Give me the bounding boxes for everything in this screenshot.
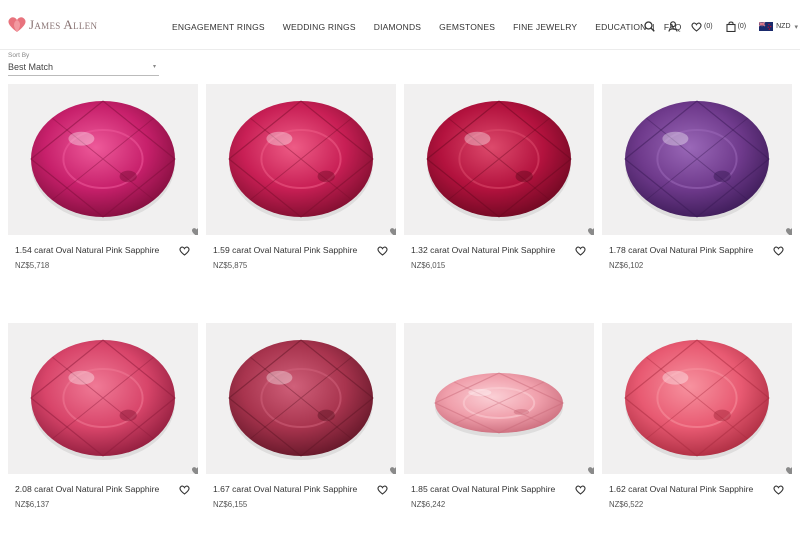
chevron-down-icon: ▾ <box>152 64 156 70</box>
search-icon <box>644 21 655 32</box>
product-title[interactable]: 1.32 carat Oval Natural Pink Sapphire <box>411 245 555 255</box>
product-title[interactable]: 1.85 carat Oval Natural Pink Sapphire <box>411 484 555 494</box>
gemstone-image <box>624 339 770 460</box>
product-image[interactable] <box>404 323 594 474</box>
product-price: NZ$5,718 <box>15 261 50 270</box>
chevron-down-icon: ▾ <box>794 23 799 31</box>
brand-logo[interactable]: James Allen <box>7 16 97 33</box>
wishlist-heart-icon[interactable] <box>377 243 388 261</box>
wishlist-heart-icon[interactable] <box>179 243 190 261</box>
wishlist-count: (0) <box>704 23 713 30</box>
product-image[interactable] <box>404 84 594 235</box>
gemstone-image <box>624 100 770 221</box>
cart-count: (0) <box>737 23 747 30</box>
heart-logo-icon <box>8 17 26 32</box>
bag-icon <box>726 21 736 32</box>
product-price: NZ$5,875 <box>213 261 248 270</box>
search-button[interactable] <box>644 21 655 32</box>
sort-control[interactable]: Sort By Best Match ▾ <box>8 52 159 76</box>
product-image[interactable] <box>8 323 198 474</box>
nav-gemstones[interactable]: GEMSTONES <box>439 22 495 32</box>
product-title[interactable]: 1.62 carat Oval Natural Pink Sapphire <box>609 484 753 494</box>
currency-label: NZD <box>776 23 791 30</box>
nav-wedding-rings[interactable]: WEDDING RINGS <box>283 22 356 32</box>
product-image[interactable] <box>602 84 792 235</box>
product-image[interactable] <box>8 84 198 235</box>
product-price: NZ$6,155 <box>213 500 248 509</box>
product-price: NZ$6,522 <box>609 500 644 509</box>
product-image[interactable] <box>206 323 396 474</box>
product-price: NZ$6,242 <box>411 500 446 509</box>
wishlist-heart-icon[interactable] <box>377 482 388 500</box>
wishlist-heart-icon[interactable] <box>773 243 784 261</box>
wishlist-heart-icon[interactable] <box>179 482 190 500</box>
user-icon <box>668 21 678 32</box>
product-price: NZ$6,137 <box>15 500 50 509</box>
site-header: James Allen ENGAGEMENT RINGS WEDDING RIN… <box>0 0 800 50</box>
product-title[interactable]: 1.54 carat Oval Natural Pink Sapphire <box>15 245 159 255</box>
account-button[interactable] <box>668 21 678 32</box>
heart-icon <box>691 22 702 32</box>
nz-flag-icon <box>759 22 774 31</box>
nav-education[interactable]: EDUCATION <box>595 22 646 32</box>
gemstone-image <box>30 100 176 221</box>
wishlist-button[interactable]: (0) <box>691 22 713 32</box>
wishlist-heart-icon[interactable] <box>773 482 784 500</box>
product-price: NZ$6,102 <box>609 261 644 270</box>
product-image[interactable] <box>602 323 792 474</box>
gemstone-image <box>426 100 572 221</box>
header-actions: (0) (0) NZD ▾ <box>644 21 798 32</box>
nav-engagement-rings[interactable]: ENGAGEMENT RINGS <box>172 22 265 32</box>
currency-selector[interactable]: NZD ▾ <box>759 22 798 31</box>
wishlist-heart-icon[interactable] <box>575 243 586 261</box>
product-title[interactable]: 2.08 carat Oval Natural Pink Sapphire <box>15 484 159 494</box>
product-price: NZ$6,015 <box>411 261 446 270</box>
cart-button[interactable]: (0) <box>726 21 747 32</box>
nav-diamonds[interactable]: DIAMONDS <box>374 22 421 32</box>
product-title[interactable]: 1.78 carat Oval Natural Pink Sapphire <box>609 245 753 255</box>
gemstone-image <box>228 339 374 460</box>
gemstone-image <box>433 372 565 437</box>
main-nav: ENGAGEMENT RINGS WEDDING RINGS DIAMONDS … <box>172 22 700 32</box>
gemstone-image <box>30 339 176 460</box>
sort-select[interactable]: Best Match ▾ <box>8 62 159 76</box>
sort-selected-value: Best Match <box>8 62 54 72</box>
product-image[interactable] <box>206 84 396 235</box>
product-title[interactable]: 1.67 carat Oval Natural Pink Sapphire <box>213 484 357 494</box>
nav-fine-jewelry[interactable]: FINE JEWELRY <box>513 22 577 32</box>
wishlist-heart-icon[interactable] <box>575 482 586 500</box>
gemstone-image <box>228 100 374 221</box>
sort-label: Sort By <box>8 52 30 59</box>
product-title[interactable]: 1.59 carat Oval Natural Pink Sapphire <box>213 245 357 255</box>
brand-name: James Allen <box>29 16 98 32</box>
